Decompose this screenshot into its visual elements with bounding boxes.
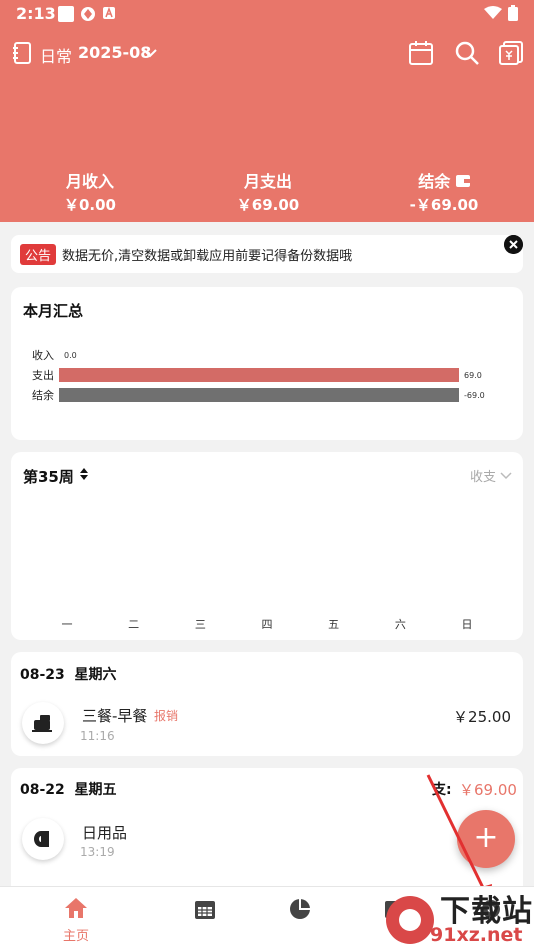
chevron-down-icon — [500, 472, 512, 480]
pie-chart-icon — [290, 899, 310, 919]
expense-value: ￥69.00 — [236, 196, 300, 214]
monthly-summary-card — [11, 287, 523, 440]
app-notification-icon — [81, 7, 95, 21]
nav-home[interactable]: 主页 — [51, 897, 101, 944]
bar-label: 收入 — [32, 349, 54, 362]
monthly-expense-summary: 月支出 ￥69.00 — [178, 168, 358, 215]
font-notification-icon — [103, 6, 115, 19]
header: 2:13 日常 2025-08 月收入 ￥0.00 月支出 ￥69.00 结余 … — [0, 0, 534, 222]
status-time: 2:13 — [16, 4, 56, 23]
record-amount: ￥25.00 — [453, 708, 511, 726]
monthly-summary-title: 本月汇总 — [23, 302, 84, 320]
wallet-icon — [455, 175, 470, 187]
balance-label: 结余 — [354, 168, 534, 192]
ledger-book-icon[interactable] — [12, 42, 32, 64]
bar-value-label: 69.0 — [464, 371, 482, 380]
book-selector[interactable]: 日常 — [40, 43, 72, 67]
notice-banner: 公告 数据无价,清空数据或卸载应用前要记得备份数据哦 — [11, 235, 523, 273]
status-bar: 2:13 — [0, 0, 534, 28]
bill-icon[interactable] — [498, 40, 524, 66]
income-value: ￥0.00 — [63, 196, 116, 214]
meal-category-icon — [22, 702, 64, 744]
weekday-tick-label: 五 — [328, 618, 340, 631]
weekday-tick-label: 六 — [394, 618, 406, 631]
search-icon[interactable] — [454, 40, 480, 66]
sort-arrows-icon — [80, 468, 89, 480]
notice-text: 数据无价,清空数据或卸载应用前要记得备份数据哦 — [62, 249, 353, 264]
notification-icon — [58, 6, 74, 22]
week-selector[interactable]: 第35周 — [23, 466, 89, 487]
nav-statistics[interactable] — [275, 897, 325, 925]
calendar-icon[interactable] — [408, 40, 434, 66]
calendar-grid-icon — [195, 901, 215, 919]
monthly-balance-summary[interactable]: 结余 -￥69.00 — [354, 168, 534, 215]
top-bar: 日常 2025-08 — [0, 38, 534, 70]
bar-mark — [59, 368, 459, 382]
record-time: 11:16 — [80, 729, 115, 743]
reimburse-tag: 报销 — [154, 709, 179, 723]
watermark-url: 91xz.net — [430, 924, 523, 946]
nav-calendar[interactable] — [180, 897, 230, 925]
weekday-tick-label: 一 — [61, 618, 73, 631]
status-system-icons — [484, 5, 518, 21]
wifi-icon — [484, 6, 502, 19]
weekday-tick-label: 三 — [194, 618, 206, 631]
bar-mark — [59, 388, 459, 402]
monthly-income-summary: 月收入 ￥0.00 — [0, 168, 180, 215]
chevron-down-icon[interactable] — [141, 44, 159, 62]
expense-label: 月支出 — [243, 172, 292, 191]
weekday-tick-label: 二 — [128, 618, 140, 631]
income-expense-filter[interactable]: 收支 — [470, 466, 512, 485]
record-time: 13:19 — [80, 845, 115, 859]
day-header: 08-23 星期六 — [20, 667, 117, 683]
record-name: 日用品 — [82, 824, 128, 842]
day-header: 08-22 星期五 — [20, 782, 117, 798]
status-notification-icons — [58, 6, 116, 22]
bar-value-label: -69.0 — [464, 391, 485, 400]
battery-icon — [508, 5, 518, 21]
weekday-tick-label: 四 — [261, 618, 273, 631]
home-icon — [65, 898, 87, 918]
bar-label: 结余 — [32, 389, 54, 402]
record-name: 三餐-早餐 — [82, 707, 148, 725]
bar-value-label: 0.0 — [64, 351, 77, 360]
balance-value: -￥69.00 — [409, 196, 479, 214]
income-label: 月收入 — [65, 172, 114, 191]
bar-label: 支出 — [32, 369, 54, 382]
toilet-paper-category-icon — [22, 818, 64, 860]
nav-home-label: 主页 — [62, 929, 89, 944]
notice-tag: 公告 — [20, 244, 57, 265]
weekday-tick-label: 日 — [461, 618, 473, 631]
close-icon[interactable] — [504, 235, 523, 254]
